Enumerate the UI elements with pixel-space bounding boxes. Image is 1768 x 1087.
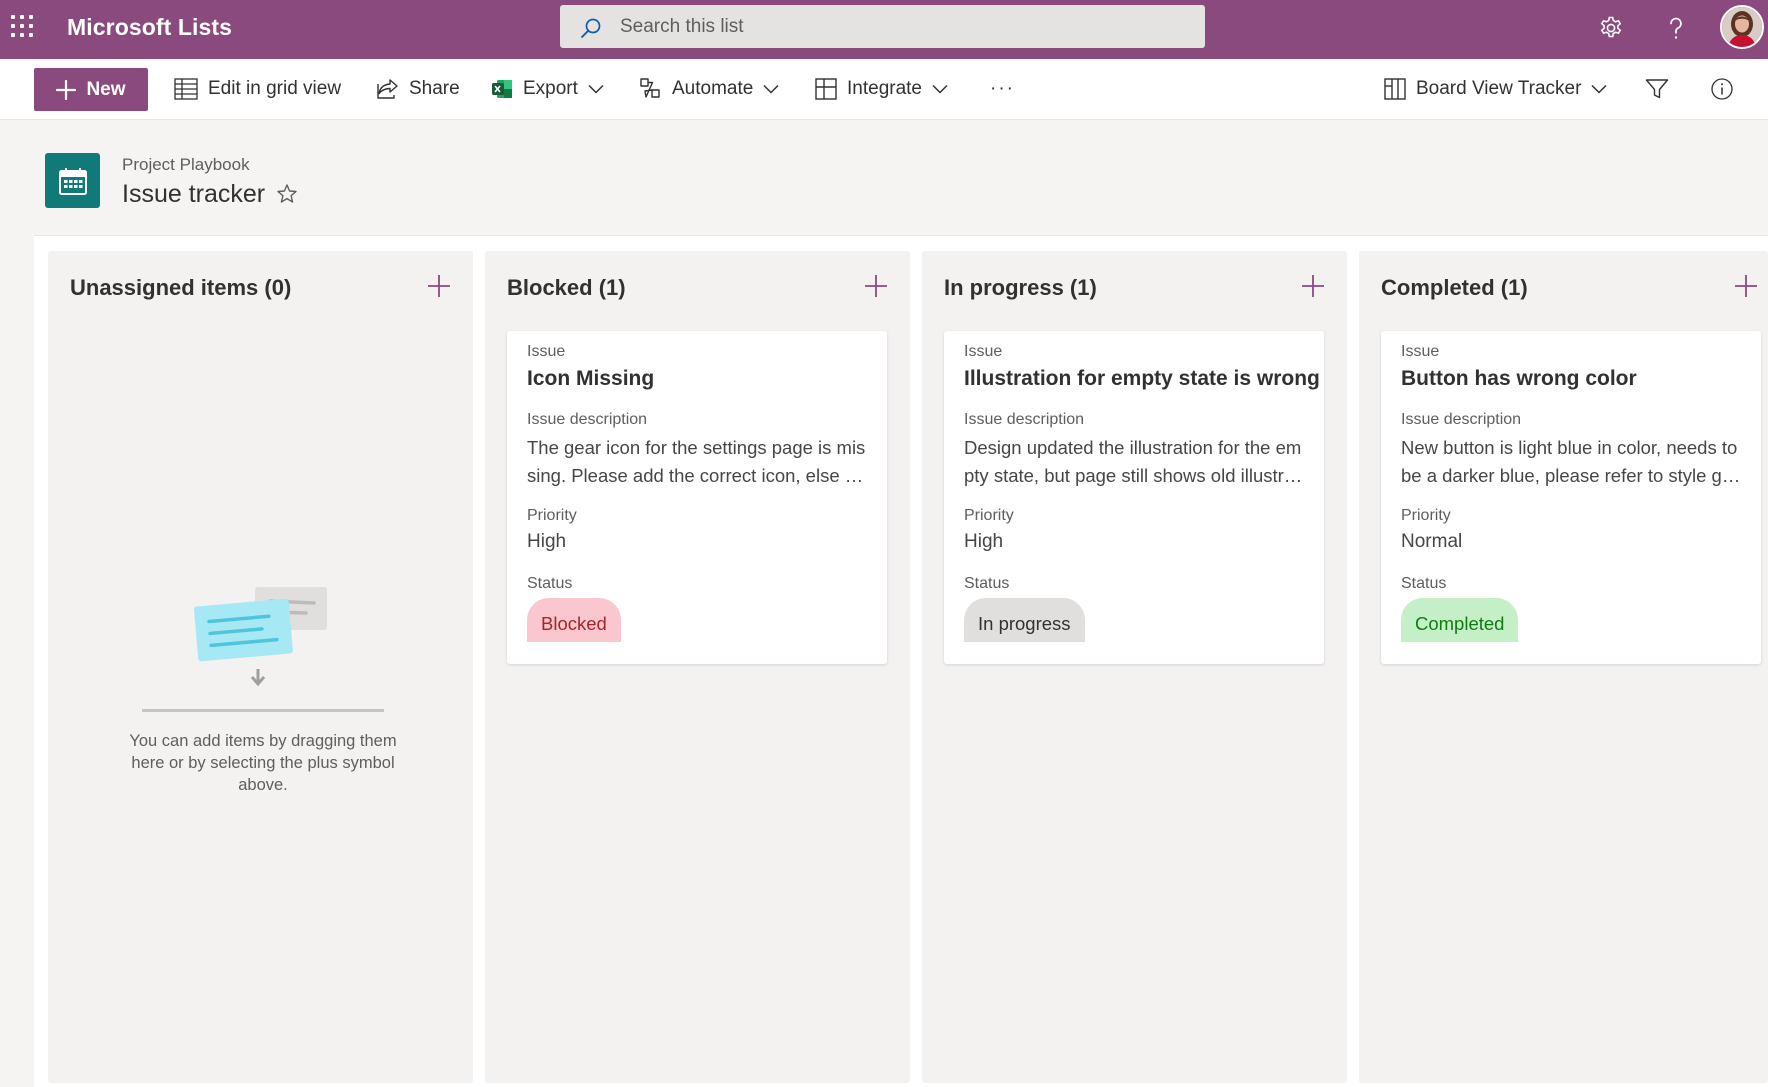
automate-button[interactable]: Automate [638,69,779,109]
issue-label: Issue [527,343,566,360]
column-title: Blocked (1) [507,275,626,300]
add-item-plus-icon[interactable] [1298,271,1328,301]
search-input[interactable] [620,5,1180,48]
list-icon [45,153,100,208]
status-badge-text: Blocked [541,613,607,634]
favorite-star-icon[interactable] [276,183,300,207]
chevron-down-icon [588,84,604,94]
filter-icon[interactable] [1645,69,1669,109]
view-selector[interactable]: Board View Tracker [1384,69,1607,109]
integrate-icon [815,78,837,100]
integrate-label: Integrate [847,78,922,99]
priority-value: High [964,531,1004,552]
board-column-blocked: Blocked (1) Issue Icon Missing Issue des… [485,251,910,1083]
export-button[interactable]: Export [491,69,604,109]
calendar-icon [58,167,87,195]
empty-state-divider [142,709,384,712]
board-column-completed: Completed (1) Issue Button has wrong col… [1359,251,1768,1083]
search-icon [581,18,601,38]
share-button[interactable]: Share [375,69,460,109]
issue-description: Design updated the illustration for the … [964,437,1304,486]
new-item-label: New [86,78,126,100]
item-card[interactable]: Issue Illustration for empty state is wr… [944,331,1324,664]
priority-label: Priority [964,507,1014,524]
user-avatar[interactable] [1720,5,1764,49]
suite-bar: Microsoft Lists [0,0,1768,59]
settings-gear-icon[interactable] [1594,11,1628,45]
priority-label: Priority [527,507,577,524]
status-badge: In progress [964,598,1085,642]
status-badge: Blocked [527,598,621,642]
export-label: Export [523,78,578,99]
board: Unassigned items (0) You can add items b… [34,235,1768,1087]
board-view-icon [1384,78,1406,100]
command-bar: New Edit in grid view Share Export Autom… [0,59,1768,120]
priority-label: Priority [1401,507,1451,524]
edit-in-grid-view-label: Edit in grid view [208,78,342,99]
issue-description-label: Issue description [964,411,1085,428]
issue-description-label: Issue description [527,411,648,428]
status-label: Status [527,575,573,592]
item-card[interactable]: Issue Button has wrong color Issue descr… [1381,331,1761,664]
status-label: Status [964,575,1010,592]
plus-icon [56,79,77,100]
board-column-in-progress: In progress (1) Issue Illustration for e… [922,251,1347,1083]
status-badge-text: Completed [1415,613,1505,634]
page-title: Issue tracker [122,180,266,208]
column-title: In progress (1) [944,275,1097,300]
issue-description: The gear icon for the settings page is m… [527,437,866,486]
empty-state-illustration [188,581,328,691]
priority-value: High [527,531,567,552]
view-selector-label: Board View Tracker [1416,78,1582,99]
issue-title: Illustration for empty state is wrong [964,367,1320,390]
share-icon [377,79,398,99]
board-column-unassigned: Unassigned items (0) You can add items b… [48,251,473,1083]
excel-icon [492,80,512,98]
chevron-down-icon [932,84,948,94]
issue-title: Icon Missing [527,367,655,390]
status-badge: Completed [1401,598,1519,642]
item-card[interactable]: Issue Icon Missing Issue description The… [507,331,887,664]
search-box[interactable] [560,5,1205,48]
add-item-plus-icon[interactable] [861,271,891,301]
column-title: Completed (1) [1381,275,1528,300]
priority-value: Normal [1401,531,1463,552]
column-title: Unassigned items (0) [70,275,292,300]
app-title[interactable]: Microsoft Lists [67,14,232,41]
new-item-button[interactable]: New [34,68,148,111]
automate-label: Automate [672,78,754,99]
grid-icon [174,78,198,100]
share-label: Share [409,78,460,99]
status-badge-text: In progress [978,613,1071,634]
empty-state-text: You can add items by dragging them here … [129,732,397,794]
add-item-plus-icon[interactable] [1731,271,1761,301]
issue-description: New button is light blue in color, needs… [1401,437,1738,486]
more-options-icon[interactable]: ··· [990,69,1015,109]
automate-icon [640,78,660,98]
add-item-plus-icon[interactable] [424,271,454,301]
chevron-down-icon [763,84,779,94]
integrate-button[interactable]: Integrate [815,69,948,109]
waffle-icon[interactable] [11,15,35,39]
chevron-down-icon [1591,84,1607,94]
info-icon[interactable] [1710,69,1734,109]
status-label: Status [1401,575,1447,592]
issue-description-label: Issue description [1401,411,1522,428]
edit-in-grid-view-button[interactable]: Edit in grid view [174,69,341,109]
breadcrumb[interactable]: Project Playbook [122,155,250,175]
issue-label: Issue [1401,343,1440,360]
help-question-icon[interactable] [1659,11,1693,45]
issue-label: Issue [964,343,1003,360]
issue-title: Button has wrong color [1401,367,1637,390]
